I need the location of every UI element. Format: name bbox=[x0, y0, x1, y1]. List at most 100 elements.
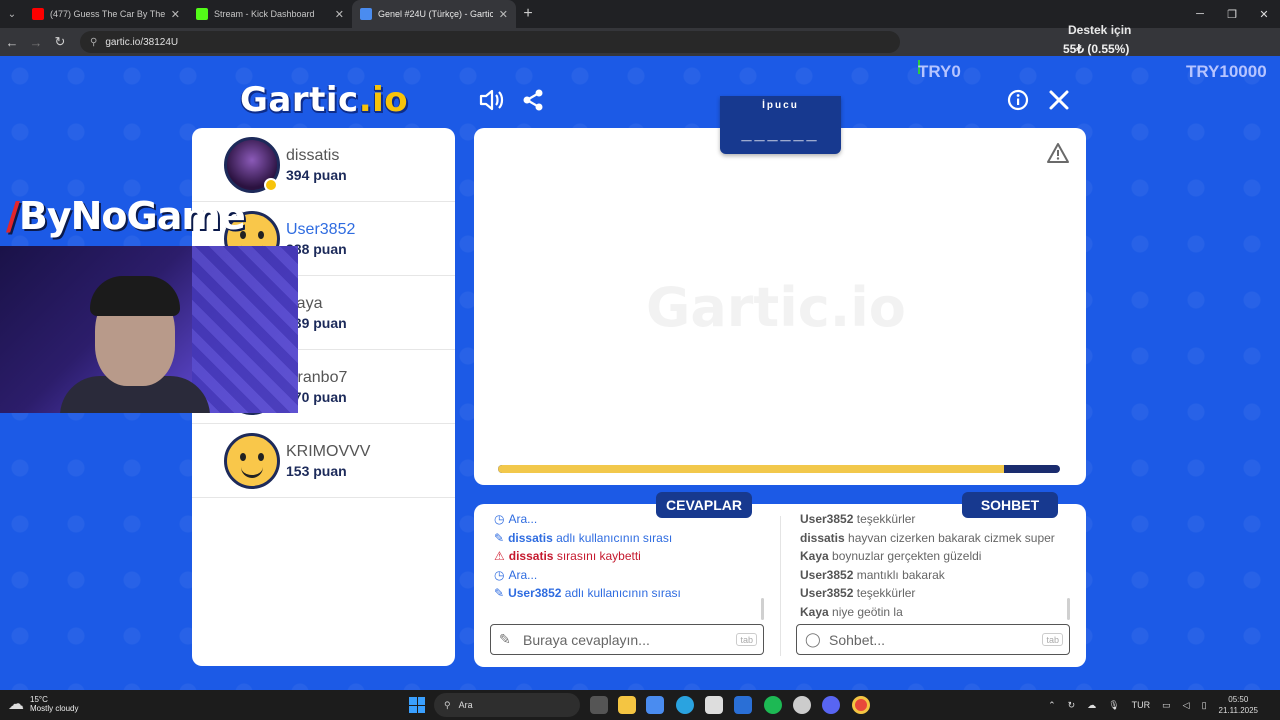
copilot-icon[interactable] bbox=[646, 696, 664, 714]
chat-field[interactable]: ◯ tab bbox=[796, 624, 1070, 655]
battery-icon[interactable]: ▯ bbox=[1202, 700, 1207, 711]
hint-word: ______ bbox=[741, 123, 820, 143]
new-tab-button[interactable]: + bbox=[516, 5, 540, 23]
list-item: Kaya boynuzlar gerçekten güzeldi bbox=[800, 549, 982, 563]
donation-progress: 55₺ (0.55%) bbox=[1063, 42, 1130, 56]
divider bbox=[780, 516, 781, 656]
list-item: ⚠ dissatis sırasını kaybetti bbox=[494, 549, 641, 563]
list-item: Kaya niye geötin la bbox=[800, 604, 903, 619]
list-item: ✎ User3852 adlı kullanıcının sırası bbox=[494, 586, 681, 600]
chat-scrollbar[interactable] bbox=[1067, 598, 1070, 620]
gartic-icon bbox=[360, 8, 372, 20]
timer-fill bbox=[498, 465, 1004, 473]
network-icon[interactable]: ▭ bbox=[1162, 700, 1171, 711]
list-item: dissatis hayvan cizerken bakarak cizmek … bbox=[800, 530, 1055, 545]
back-icon[interactable]: ← bbox=[0, 35, 24, 50]
drawing-badge-icon bbox=[264, 178, 278, 192]
gartic-logo: Gartic.io bbox=[240, 80, 409, 120]
list-item: ✎ dissatis adlı kullanıcının sırası bbox=[494, 530, 673, 545]
avatar bbox=[224, 432, 280, 489]
microphone-icon[interactable]: 🎙 bbox=[1108, 700, 1119, 711]
sound-icon[interactable] bbox=[478, 86, 506, 114]
clock-icon: ◷ bbox=[494, 567, 505, 582]
clock[interactable]: 05:50 21.11.2025 bbox=[1219, 694, 1258, 716]
info-icon[interactable] bbox=[1004, 86, 1032, 114]
answer-input[interactable] bbox=[523, 631, 763, 648]
close-tab-icon[interactable]: ✕ bbox=[499, 8, 508, 21]
player-score: 394 puan bbox=[286, 166, 347, 183]
close-game-icon[interactable] bbox=[1045, 86, 1073, 114]
answer-field[interactable]: ✎ tab bbox=[490, 624, 764, 655]
goal-max: TRY10000 bbox=[1186, 62, 1267, 81]
tab-youtube[interactable]: (477) Guess The Car By The He ✕ bbox=[24, 0, 188, 28]
list-item: User3852 teşekkürler bbox=[800, 586, 916, 600]
hint-box: İpucu ______ bbox=[720, 96, 841, 154]
language-indicator[interactable]: TUR bbox=[1132, 700, 1151, 710]
list-item: ◷ Ara... bbox=[494, 567, 538, 582]
forward-icon[interactable]: → bbox=[24, 35, 48, 50]
pencil-icon: ✎ bbox=[499, 631, 511, 647]
answers-scrollbar[interactable] bbox=[761, 598, 764, 620]
tab-list-chevron-icon[interactable]: ⌄ bbox=[0, 0, 24, 28]
player-row[interactable]: dissatis 394 puan bbox=[192, 128, 455, 202]
store-icon[interactable] bbox=[705, 696, 723, 714]
url-field[interactable]: ⚲ gartic.io/38124U bbox=[80, 31, 900, 53]
spotify-icon[interactable] bbox=[764, 696, 782, 714]
app-icon[interactable] bbox=[793, 696, 811, 714]
task-view-icon[interactable] bbox=[590, 696, 608, 714]
volume-icon[interactable]: ◁ bbox=[1183, 700, 1190, 711]
timer-bar bbox=[498, 465, 1060, 473]
hint-label: İpucu bbox=[762, 100, 799, 111]
onedrive-icon[interactable]: ☁ bbox=[1087, 700, 1096, 711]
goal-min: TRY0 bbox=[918, 62, 961, 81]
reload-icon[interactable]: ↻ bbox=[48, 34, 72, 50]
site-info-icon[interactable]: ⚲ bbox=[90, 37, 97, 48]
sync-icon[interactable]: ↻ bbox=[1068, 700, 1076, 711]
player-name: dissatis bbox=[286, 146, 340, 164]
weather-widget[interactable]: ☁ 15°C Mostly cloudy bbox=[8, 694, 78, 714]
chrome-icon[interactable] bbox=[852, 696, 870, 714]
list-item: User3852 mantıklı bakarak bbox=[800, 567, 945, 582]
start-icon[interactable] bbox=[409, 697, 425, 713]
answers-chat-panel: CEVAPLAR SOHBET ◷ Ara... ✎ dissatis adlı k… bbox=[474, 492, 1086, 667]
player-name: KRIMOVVV bbox=[286, 442, 371, 460]
cloud-icon: ☁ bbox=[8, 696, 24, 713]
streamer-brand: /ByNoGame bbox=[6, 194, 246, 238]
drawing-canvas[interactable]: Gartic.io bbox=[474, 128, 1086, 485]
pencil-icon: ✎ bbox=[494, 530, 505, 545]
file-explorer-icon[interactable] bbox=[618, 696, 636, 714]
canvas-watermark: Gartic.io bbox=[646, 276, 906, 339]
close-tab-icon[interactable]: ✕ bbox=[171, 8, 180, 21]
edge-icon[interactable] bbox=[676, 696, 694, 714]
webcam-overlay bbox=[0, 246, 298, 413]
game-area: Gartic.io dissatis 394 puan User3852 388… bbox=[0, 56, 1280, 690]
player-score: 153 puan bbox=[286, 462, 347, 479]
youtube-icon bbox=[32, 8, 44, 20]
tab-gartic[interactable]: Genel #24U (Türkçe) - Gartic ✕ bbox=[352, 0, 516, 28]
warning-icon: ⚠ bbox=[494, 549, 505, 563]
chat-input[interactable] bbox=[829, 631, 1069, 648]
list-item: User3852 teşekkürler bbox=[800, 512, 916, 526]
player-row[interactable]: KRIMOVVV 153 puan bbox=[192, 424, 455, 498]
tab-key-hint: tab bbox=[1042, 633, 1063, 646]
share-icon[interactable] bbox=[519, 86, 547, 114]
taskbar: ☁ 15°C Mostly cloudy ⚲ Ara ⌃ ↻ ☁ 🎙 TUR ▭… bbox=[0, 690, 1280, 720]
list-item: ◷ Ara... bbox=[494, 512, 538, 526]
tab-kick[interactable]: Stream - Kick Dashboard ✕ bbox=[188, 0, 352, 28]
report-warning-icon[interactable] bbox=[1046, 142, 1070, 170]
player-name: User3852 bbox=[286, 220, 356, 238]
discord-icon[interactable] bbox=[822, 696, 840, 714]
system-tray: ⌃ ↻ ☁ 🎙 TUR ▭ ◁ ▯ 05:50 21.11.2025 bbox=[1048, 690, 1280, 720]
pencil-icon: ✎ bbox=[494, 586, 505, 600]
taskbar-search[interactable]: ⚲ Ara bbox=[434, 693, 580, 717]
donation-widget: Destek için 55₺ (0.55%) bbox=[918, 20, 1280, 74]
tray-expand-icon[interactable]: ⌃ bbox=[1048, 700, 1056, 711]
chat-log: User3852 teşekkürler dissatis hayvan ciz… bbox=[800, 510, 1068, 622]
chat-bubble-icon: ◯ bbox=[805, 631, 821, 647]
clock-icon: ◷ bbox=[494, 512, 505, 526]
donation-title: Destek için bbox=[1068, 23, 1132, 37]
answers-log: ◷ Ara... ✎ dissatis adlı kullanıcının sıra… bbox=[494, 510, 770, 622]
mail-icon[interactable] bbox=[734, 696, 752, 714]
close-tab-icon[interactable]: ✕ bbox=[335, 8, 344, 21]
search-icon: ⚲ bbox=[444, 699, 451, 710]
